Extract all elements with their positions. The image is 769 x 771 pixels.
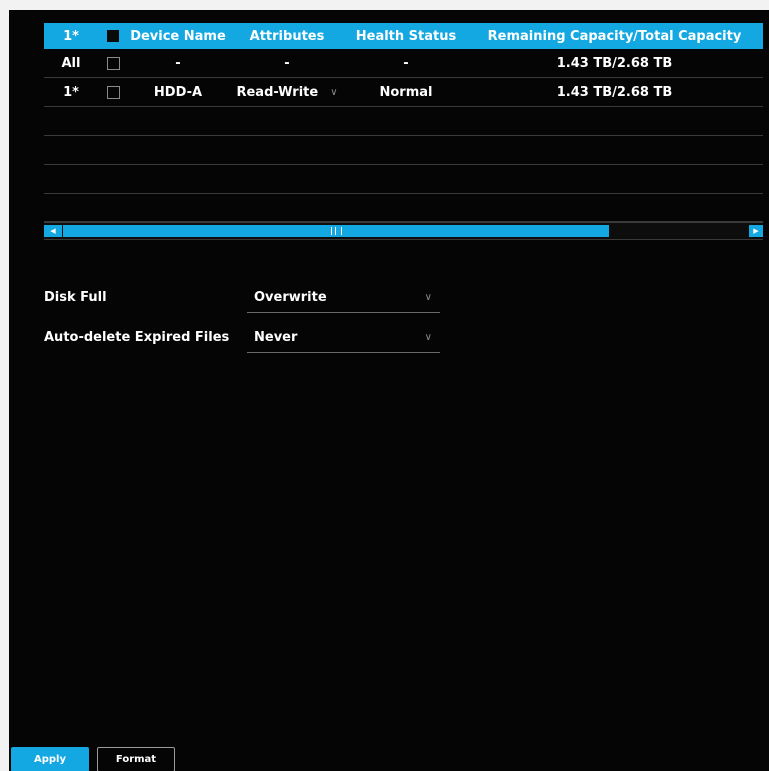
row-device-name: -	[175, 55, 181, 71]
row-attributes: -	[284, 55, 290, 71]
table-row[interactable]: All - - - 1.43 TB/2.68 TB	[44, 49, 763, 78]
chevron-down-icon: ∨	[424, 332, 432, 343]
scrollbar-thumb[interactable]	[63, 225, 609, 237]
row-capacity: 1.43 TB/2.68 TB	[556, 84, 673, 100]
header-health-status: Health Status	[355, 28, 457, 44]
auto-delete-select[interactable]: Never ∨	[247, 326, 440, 353]
storage-settings-panel: 1* Device Name Attributes Health Status …	[9, 10, 769, 771]
row-index: All	[61, 55, 81, 71]
auto-delete-value: Never	[254, 330, 298, 345]
header-capacity: Remaining Capacity/Total Capacity	[487, 28, 742, 44]
format-button[interactable]: Format	[97, 747, 175, 771]
row-health-status: -	[403, 55, 409, 71]
horizontal-scrollbar[interactable]: ◀ ▶	[44, 222, 763, 240]
attributes-dropdown[interactable]: Read-Write ∨	[228, 85, 346, 100]
empty-row	[44, 107, 763, 136]
table-header: 1* Device Name Attributes Health Status …	[44, 23, 763, 49]
hdd-table: 1* Device Name Attributes Health Status …	[44, 23, 763, 222]
chevron-down-icon: ∨	[424, 292, 432, 303]
apply-button[interactable]: Apply	[11, 747, 89, 771]
row-checkbox[interactable]	[106, 56, 120, 70]
row-device-name: HDD-A	[153, 84, 203, 100]
row-capacity: 1.43 TB/2.68 TB	[556, 55, 673, 71]
empty-row	[44, 194, 763, 222]
header-attributes: Attributes	[249, 28, 325, 44]
select-all-checkbox[interactable]	[107, 30, 119, 42]
row-checkbox[interactable]	[106, 85, 120, 99]
disk-full-label: Disk Full	[44, 290, 107, 305]
empty-row	[44, 165, 763, 194]
attributes-value: Read-Write	[236, 84, 319, 100]
auto-delete-label: Auto-delete Expired Files	[44, 330, 230, 345]
empty-row	[44, 136, 763, 165]
disk-full-value: Overwrite	[254, 290, 327, 305]
row-health-status: Normal	[379, 84, 433, 100]
header-select-all[interactable]	[98, 30, 128, 42]
scroll-right-arrow-icon[interactable]: ▶	[749, 225, 763, 237]
table-row[interactable]: 1* HDD-A Read-Write ∨ Normal 1.43 TB/2.6…	[44, 78, 763, 107]
header-index: 1*	[63, 28, 79, 44]
scroll-left-arrow-icon[interactable]: ◀	[44, 225, 62, 237]
row-index: 1*	[63, 84, 79, 100]
chevron-down-icon: ∨	[330, 86, 338, 98]
disk-full-select[interactable]: Overwrite ∨	[247, 286, 440, 313]
header-device-name: Device Name	[130, 28, 226, 44]
grip-icon	[331, 227, 342, 235]
